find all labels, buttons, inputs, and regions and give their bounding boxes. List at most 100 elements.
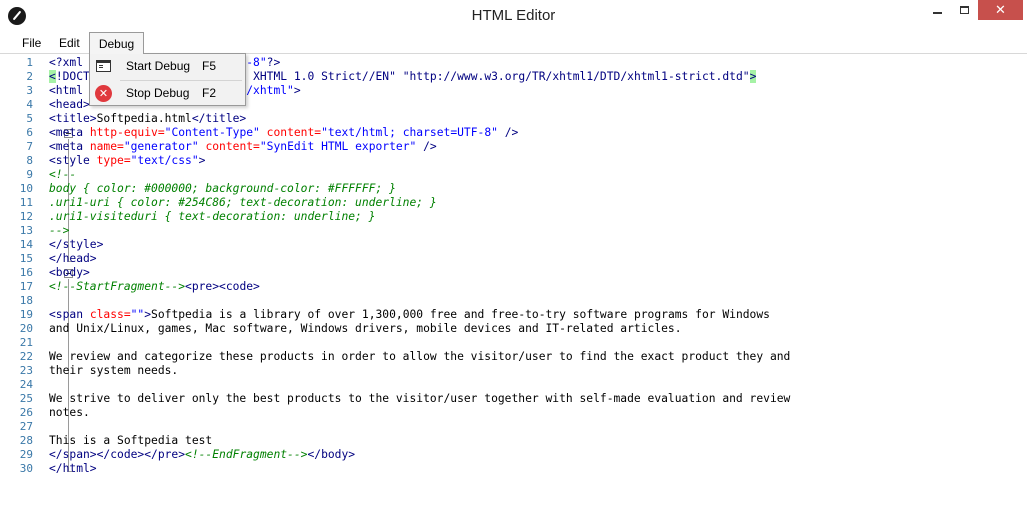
line-number: 30 — [19, 462, 33, 475]
code-token: ?> — [266, 56, 281, 69]
code-line: <meta http-equiv="Content-Type" content=… — [49, 126, 518, 140]
menu-debug[interactable]: Debug — [89, 32, 144, 54]
line-number: 14 — [19, 238, 33, 251]
menu-item-shortcut: F2 — [202, 86, 217, 100]
bracket-match-highlight: < — [49, 70, 56, 83]
code-token: content= — [266, 126, 322, 139]
code-token: </style> — [49, 238, 104, 251]
line-number: 2 — [26, 70, 33, 83]
line-number: 12 — [19, 210, 33, 223]
minimize-icon — [932, 12, 942, 14]
line-number: 5 — [26, 112, 33, 125]
menu-edit[interactable]: Edit — [52, 32, 87, 54]
code-line: </style> — [49, 238, 103, 252]
code-line: their system needs. — [49, 364, 178, 378]
line-number: 13 — [19, 224, 33, 237]
line-number: 25 — [19, 392, 33, 405]
line-number: 23 — [19, 364, 33, 377]
code-token: notes. — [49, 406, 90, 419]
code-token: <!-- — [49, 168, 77, 181]
code-token: .uri1-visiteduri { text-decoration: unde… — [49, 210, 376, 223]
code-token: </span></code></pre> — [49, 448, 186, 461]
title-bar[interactable]: HTML Editor ✕ — [0, 0, 1027, 32]
code-token: <html — [49, 84, 90, 97]
window-title: HTML Editor — [471, 7, 556, 24]
code-token: </title> — [191, 112, 247, 125]
code-line: and Unix/Linux, games, Mac software, Win… — [49, 322, 682, 336]
code-token: "" — [130, 308, 145, 321]
code-token: <!--StartFragment--> — [49, 280, 186, 293]
code-token: <style — [49, 154, 97, 167]
code-token: > — [198, 154, 206, 167]
debug-menu-dropdown: Start Debug F5 ✕ Stop Debug F2 — [89, 53, 246, 106]
code-line: .uri1-visiteduri { text-decoration: unde… — [49, 210, 375, 224]
line-number: 16 — [19, 266, 33, 279]
minimize-button[interactable] — [924, 0, 950, 20]
line-number: 18 — [19, 294, 33, 307]
code-token: "text/html; charset=UTF-8" — [321, 126, 505, 139]
code-token: .uri1-uri { color: #254C86; text-decorat… — [49, 196, 437, 209]
code-token: name= — [89, 140, 124, 153]
line-number: 27 — [19, 420, 33, 433]
code-token: We strive to deliver only the best produ… — [49, 392, 791, 405]
code-line: <!--StartFragment--><pre><code> — [49, 280, 260, 294]
code-token: "SynEdit HTML exporter" — [259, 140, 424, 153]
code-line: </html> — [49, 462, 97, 476]
code-line: We strive to deliver only the best produ… — [49, 392, 790, 406]
line-number: 22 — [19, 350, 33, 363]
line-number: 21 — [19, 336, 33, 349]
code-token: </body> — [307, 448, 356, 461]
menu-file[interactable]: File — [15, 32, 48, 54]
code-line: <span class="">Softpedia is a library of… — [49, 308, 770, 322]
code-line: .uri1-uri { color: #254C86; text-decorat… — [49, 196, 437, 210]
code-token: This is a Softpedia test — [49, 434, 213, 447]
code-line: </span></code></pre><!--EndFragment--></… — [49, 448, 355, 462]
code-token: We review and categorize these products … — [49, 350, 791, 363]
code-line: We review and categorize these products … — [49, 350, 790, 364]
code-token: their system needs. — [49, 364, 179, 377]
code-token: /> — [504, 126, 519, 139]
menu-item-label: Start Debug — [126, 59, 191, 73]
code-token: > — [293, 84, 301, 97]
line-number: 6 — [26, 126, 33, 139]
stop-icon: ✕ — [95, 85, 112, 102]
code-token: <body> — [49, 266, 90, 279]
line-number: 7 — [26, 140, 33, 153]
line-number: 28 — [19, 434, 33, 447]
line-number: 26 — [19, 406, 33, 419]
code-line: <!-- — [49, 168, 76, 182]
menu-item-shortcut: F5 — [202, 59, 217, 73]
line-number: 1 — [26, 56, 33, 69]
bracket-match-highlight: > — [749, 70, 757, 83]
code-line: This is a Softpedia test — [49, 434, 212, 448]
code-line: <style type="text/css"> — [49, 154, 205, 168]
code-token: </html> — [49, 462, 97, 475]
code-token: "text/css" — [130, 154, 199, 167]
code-line: notes. — [49, 406, 90, 420]
code-line: body { color: #000000; background-color:… — [49, 182, 396, 196]
maximize-button[interactable] — [951, 0, 977, 20]
menu-item-stop-debug[interactable]: ✕ Stop Debug F2 — [90, 81, 245, 106]
code-editor[interactable]: 1 2 3 4 5 6 7 8 9 10 11 12 13 14 15 16 17 18 19 20 21 22 23 24 2… — [8, 55, 1027, 506]
menu-item-start-debug[interactable]: Start Debug F5 — [90, 54, 245, 79]
code-line: <title>Softpedia.html</title> — [49, 112, 246, 126]
line-number: 29 — [19, 448, 33, 461]
line-number: 9 — [26, 168, 33, 181]
code-token: <span — [49, 308, 90, 321]
code-text-area[interactable]: <?xml ng="UTF-8"?><!DOCT W3C//DTD XHTML … — [49, 55, 1024, 506]
close-button[interactable]: ✕ — [978, 0, 1023, 20]
code-token: "generator" — [123, 140, 206, 153]
line-number: 17 — [19, 280, 33, 293]
line-number: 20 — [19, 322, 33, 335]
maximize-icon — [959, 6, 969, 14]
code-token: <meta — [49, 126, 90, 139]
code-token: !DOCT — [55, 70, 90, 83]
code-token: /> — [423, 140, 437, 153]
close-icon: ✕ — [995, 2, 1006, 18]
line-number: 19 — [19, 308, 33, 321]
code-token: <!--EndFragment--> — [185, 448, 308, 461]
code-token: content= — [205, 140, 260, 153]
line-number: 10 — [19, 182, 33, 195]
code-token: <meta — [49, 140, 90, 153]
code-token: class= — [89, 308, 131, 321]
